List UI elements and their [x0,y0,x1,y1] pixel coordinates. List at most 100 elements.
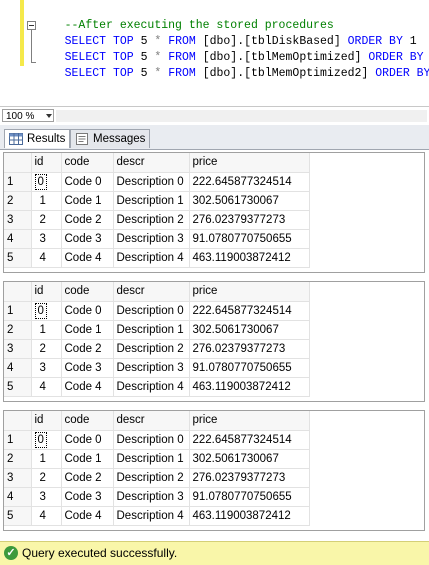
table-cell-id[interactable]: 0 [31,430,62,450]
table-cell-code[interactable]: Code 2 [61,210,114,230]
table-cell-id[interactable]: 2 [31,468,62,488]
table-cell-price[interactable]: 91.0780770750655 [189,487,310,507]
row-number[interactable]: 2 [4,191,32,211]
table-cell-price[interactable]: 91.0780770750655 [189,358,310,378]
table-cell-descr[interactable]: Description 3 [113,487,190,507]
column-header-descr[interactable]: descr [113,153,190,173]
table-cell-price[interactable]: 276.02379377273 [189,468,310,488]
table-row[interactable]: 1 0 Code 0 Description 0 222.64587732451… [4,430,424,450]
table-row[interactable]: 2 1 Code 1 Description 1 302.5061730067 [4,191,424,211]
table-cell-code[interactable]: Code 0 [61,172,114,192]
table-cell-descr[interactable]: Description 4 [113,248,190,268]
table-cell-id[interactable]: 2 [31,210,62,230]
table-cell-price[interactable]: 222.645877324514 [189,301,310,321]
table-cell-code[interactable]: Code 4 [61,377,114,397]
column-header-descr[interactable]: descr [113,282,190,302]
table-cell-id[interactable]: 1 [31,320,62,340]
table-cell-id[interactable]: 4 [31,377,62,397]
row-number[interactable]: 5 [4,248,32,268]
table-cell-descr[interactable]: Description 2 [113,210,190,230]
table-cell-code[interactable]: Code 0 [61,301,114,321]
row-number[interactable]: 1 [4,301,32,321]
row-number[interactable]: 3 [4,210,32,230]
row-number[interactable]: 1 [4,430,32,450]
row-number-header[interactable] [4,153,32,173]
table-cell-id[interactable]: 0 [31,301,62,321]
table-cell-price[interactable]: 276.02379377273 [189,210,310,230]
row-number[interactable]: 4 [4,487,32,507]
table-cell-price[interactable]: 463.119003872412 [189,248,310,268]
table-row[interactable]: 2 1 Code 1 Description 1 302.5061730067 [4,449,424,469]
result-table[interactable]: id code descr price 1 0 Code 0 Descripti… [4,411,424,526]
tab-results[interactable]: Results [4,129,70,148]
table-cell-code[interactable]: Code 1 [61,320,114,340]
table-cell-descr[interactable]: Description 3 [113,358,190,378]
table-cell-id[interactable]: 3 [31,487,62,507]
table-row[interactable]: 1 0 Code 0 Description 0 222.64587732451… [4,301,424,321]
table-cell-descr[interactable]: Description 2 [113,468,190,488]
column-header-descr[interactable]: descr [113,411,190,431]
table-row[interactable]: 3 2 Code 2 Description 2 276.02379377273 [4,468,424,488]
row-number-header[interactable] [4,282,32,302]
row-number[interactable]: 5 [4,377,32,397]
table-cell-descr[interactable]: Description 0 [113,172,190,192]
tab-messages[interactable]: Messages [70,129,150,148]
chevron-down-icon[interactable] [46,114,52,118]
column-header-price[interactable]: price [189,153,310,173]
table-cell-price[interactable]: 222.645877324514 [189,430,310,450]
table-cell-descr[interactable]: Description 1 [113,320,190,340]
table-cell-descr[interactable]: Description 2 [113,339,190,359]
row-number-header[interactable] [4,411,32,431]
table-cell-id[interactable]: 1 [31,191,62,211]
result-table[interactable]: id code descr price 1 0 Code 0 Descripti… [4,153,424,268]
table-cell-price[interactable]: 222.645877324514 [189,172,310,192]
table-row[interactable]: 5 4 Code 4 Description 4 463.11900387241… [4,377,424,397]
table-row[interactable]: 5 4 Code 4 Description 4 463.11900387241… [4,248,424,268]
column-header-id[interactable]: id [31,153,62,173]
table-cell-id[interactable]: 1 [31,449,62,469]
table-cell-descr[interactable]: Description 1 [113,191,190,211]
table-cell-code[interactable]: Code 4 [61,248,114,268]
column-header-code[interactable]: code [61,153,114,173]
table-cell-descr[interactable]: Description 0 [113,301,190,321]
result-table[interactable]: id code descr price 1 0 Code 0 Descripti… [4,282,424,397]
table-cell-id[interactable]: 4 [31,506,62,526]
table-cell-code[interactable]: Code 3 [61,487,114,507]
table-cell-id[interactable]: 2 [31,339,62,359]
table-cell-price[interactable]: 302.5061730067 [189,191,310,211]
row-number[interactable]: 5 [4,506,32,526]
column-header-id[interactable]: id [31,411,62,431]
table-cell-price[interactable]: 276.02379377273 [189,339,310,359]
table-cell-price[interactable]: 463.119003872412 [189,506,310,526]
table-row[interactable]: 3 2 Code 2 Description 2 276.02379377273 [4,210,424,230]
zoom-dropdown[interactable]: 100 % [2,109,54,122]
table-cell-code[interactable]: Code 3 [61,358,114,378]
table-cell-code[interactable]: Code 3 [61,229,114,249]
table-cell-price[interactable]: 302.5061730067 [189,320,310,340]
column-header-code[interactable]: code [61,282,114,302]
table-cell-code[interactable]: Code 1 [61,191,114,211]
table-cell-id[interactable]: 3 [31,358,62,378]
column-header-price[interactable]: price [189,282,310,302]
row-number[interactable]: 4 [4,358,32,378]
table-cell-price[interactable]: 463.119003872412 [189,377,310,397]
row-number[interactable]: 4 [4,229,32,249]
table-cell-descr[interactable]: Description 1 [113,449,190,469]
table-cell-id[interactable]: 3 [31,229,62,249]
table-row[interactable]: 4 3 Code 3 Description 3 91.078077075065… [4,358,424,378]
table-cell-code[interactable]: Code 2 [61,468,114,488]
column-header-code[interactable]: code [61,411,114,431]
table-cell-descr[interactable]: Description 0 [113,430,190,450]
row-number[interactable]: 2 [4,320,32,340]
collapse-toggle-icon[interactable] [27,21,36,30]
row-number[interactable]: 3 [4,468,32,488]
code-line-query-1[interactable]: SELECT TOP 5 * FROM [dbo].[tblDiskBased]… [37,18,417,48]
query-editor[interactable]: --After executing the stored procedures … [0,0,429,102]
table-cell-price[interactable]: 302.5061730067 [189,449,310,469]
table-row[interactable]: 4 3 Code 3 Description 3 91.078077075065… [4,229,424,249]
table-cell-id[interactable]: 4 [31,248,62,268]
row-number[interactable]: 2 [4,449,32,469]
code-line-query-2[interactable]: SELECT TOP 5 * FROM [dbo].[tblMemOptimiz… [37,34,429,64]
table-row[interactable]: 1 0 Code 0 Description 0 222.64587732451… [4,172,424,192]
code-line-query-3[interactable]: SELECT TOP 5 * FROM [dbo].[tblMemOptimiz… [37,50,429,80]
